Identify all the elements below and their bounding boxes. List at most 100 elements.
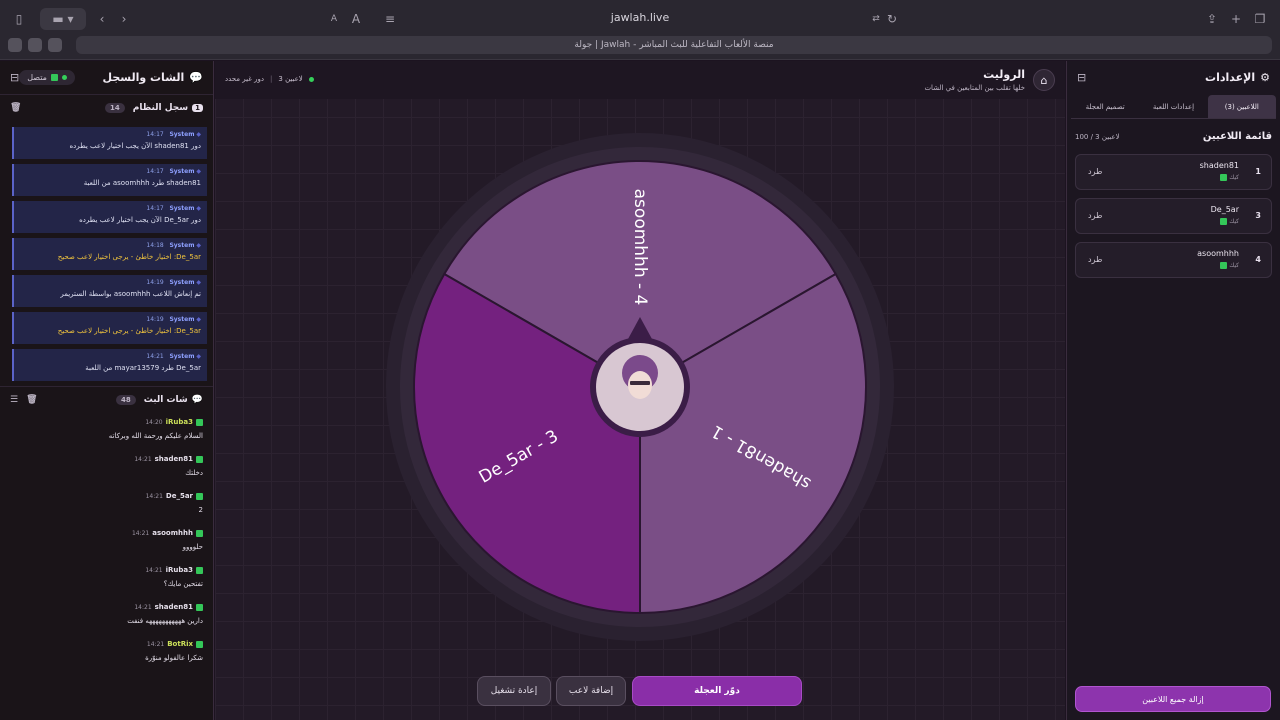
app: ⊟ متصل الشات والسجل 💬 🗑 14 سجل النظام 1 … <box>0 61 1280 720</box>
system-log-title: سجل النظام <box>132 103 189 113</box>
tab-game-settings[interactable]: إعدادات اللعبة <box>1139 95 1207 118</box>
tab-group-button[interactable]: ▬ ▾ <box>40 8 86 30</box>
tabs-overview-icon[interactable]: ❐ <box>1252 8 1268 30</box>
players-info: دور غير محدد | 3 لاعبين <box>225 75 314 83</box>
entry-time: 14:18 <box>146 242 164 249</box>
pinned-tab-icon[interactable] <box>48 38 62 52</box>
chat-message: 14:21 iRuba3 تفتحين مايك؟ <box>10 566 203 603</box>
avatar-glasses <box>630 381 650 385</box>
entry-text: تم إنعاش اللاعب asoomhhh بواسطة الستريمر <box>60 290 201 298</box>
system-shield-icon: ◆ <box>196 168 201 175</box>
new-tab-icon[interactable]: + <box>1228 8 1244 30</box>
message-time: 14:21 <box>145 567 163 574</box>
kick-player-button[interactable]: طرد <box>1088 167 1102 176</box>
kick-logo-icon <box>1220 262 1228 269</box>
message-meta: 14:21 BotRix <box>10 640 203 648</box>
entry-meta: 14:19 System ◆ <box>20 316 201 323</box>
kick-player-button[interactable]: طرد <box>1088 255 1102 264</box>
translate-icon[interactable]: ⇄ <box>868 8 884 30</box>
pinned-tab-icon[interactable] <box>8 38 22 52</box>
page-subtitle: خلها تقلب بين المتابعين في الشات <box>924 84 1025 92</box>
tab-players[interactable]: اللاعبين (3) <box>1207 95 1276 118</box>
remove-all-players-button[interactable]: إزالة جميع اللاعبين <box>1075 686 1271 712</box>
main-title-block: الروليت خلها تقلب بين المتابعين في الشات <box>924 68 1025 92</box>
chat-message: 14:21 shaden81 دخلتك <box>10 455 203 492</box>
system-shield-icon: ◆ <box>196 131 201 138</box>
player-name: shaden81 <box>1199 161 1239 170</box>
entry-author: System <box>169 279 195 286</box>
message-text: شكرا عالفولو منوّرة <box>145 654 203 662</box>
add-player-button[interactable]: إضافة لاعب <box>556 676 626 706</box>
system-log-entry: 14:17 System ◆ دور De_5ar الآن يجب اختيار… <box>12 201 207 233</box>
live-chat-title: شات البث <box>143 394 188 405</box>
system-shield-icon: ◆ <box>196 353 201 360</box>
entry-text: De_5ar طرد mayar13579 من اللعبة <box>85 364 201 372</box>
home-button[interactable]: ⌂ <box>1033 69 1055 91</box>
sidebar-toggle-icon[interactable]: ▯ <box>8 8 30 30</box>
online-dot-icon <box>308 76 314 82</box>
player-platform-label: كيك <box>1229 174 1239 181</box>
text-smaller-icon[interactable]: A <box>326 8 342 30</box>
chat-bubble-icon: 💬 <box>191 394 203 405</box>
text-larger-icon[interactable]: A <box>348 8 364 30</box>
entry-time: 14:17 <box>146 131 164 138</box>
forward-icon[interactable]: › <box>116 8 132 30</box>
message-meta: 14:20 iRuba3 <box>10 418 203 426</box>
message-text: حلوووو <box>182 543 203 551</box>
message-author: De_5ar <box>165 492 193 500</box>
entry-author: System <box>169 353 195 360</box>
spin-button[interactable]: دوّر العجلة <box>632 676 802 706</box>
system-shield-icon: ◆ <box>196 205 201 212</box>
player-name: De_5ar <box>1210 205 1239 214</box>
entry-text: دور De_5ar الآن يجب اختيار لاعب يطرده <box>79 216 201 224</box>
player-number: 3 <box>1255 211 1261 220</box>
panel-toggle-icon[interactable]: ⊟ <box>1077 71 1086 84</box>
chat-message: 14:20 iRuba3 السلام عليكم ورحمة الله وبركا… <box>10 418 203 455</box>
message-author: BotRix <box>167 640 193 648</box>
page-title: الروليت <box>983 68 1025 81</box>
message-time: 14:21 <box>145 493 163 500</box>
chat-message: 14:21 BotRix شكرا عالفولو منوّرة <box>10 640 203 677</box>
restart-button[interactable]: إعادة تشغيل <box>477 676 551 706</box>
message-author: shaden81 <box>154 455 193 463</box>
kick-player-button[interactable]: طرد <box>1088 211 1102 220</box>
player-name: asoomhhh <box>1197 249 1239 258</box>
kick-logo-icon <box>1220 218 1228 225</box>
message-text: تفتحين مايك؟ <box>163 580 203 588</box>
players-list: 1 shaden81 كيك طرد 3 De_5ar كيك طرد 4 asoomhhh … <box>1067 154 1280 278</box>
entry-meta: 14:18 System ◆ <box>20 242 201 249</box>
kick-logo-icon <box>196 604 203 611</box>
player-row: 1 shaden81 كيك طرد <box>1075 154 1272 190</box>
share-icon[interactable]: ⇪ <box>1204 8 1220 30</box>
reload-icon[interactable]: ↻ <box>884 8 900 30</box>
trash-icon[interactable]: 🗑 <box>26 395 37 405</box>
connection-label: متصل <box>27 73 47 82</box>
gear-icon: ⚙ <box>1260 70 1270 84</box>
player-platform: كيك <box>1220 174 1239 181</box>
entry-meta: 14:17 System ◆ <box>20 131 201 138</box>
chat-message: 14:21 De_5ar 2 <box>10 492 203 529</box>
kick-logo-icon <box>196 567 203 574</box>
players-list-header: 100 / 3 لاعبين قائمة اللاعبين <box>1067 119 1280 150</box>
live-chat-list: 14:20 iRuba3 السلام عليكم ورحمة الله وبركا… <box>0 412 213 683</box>
active-tab[interactable]: جولة | Jawlah - منصة الألعاب التفاعلية ل… <box>76 36 1272 54</box>
chat-header: ⊟ متصل الشات والسجل 💬 <box>0 61 213 95</box>
message-author: shaden81 <box>154 603 193 611</box>
message-text: دارين هههههههههههه فنفت <box>127 617 203 625</box>
pinned-tab-icon[interactable] <box>28 38 42 52</box>
wheel-svg[interactable]: asoomhhh - 4shaden81 - 1De_5ar - 3 <box>386 133 894 641</box>
system-log-entry: 14:19 System ◆ تم إنعاش اللاعب asoomhhh ب… <box>12 275 207 307</box>
address-bar[interactable]: jawlah.live <box>380 6 900 28</box>
entry-meta: 14:19 System ◆ <box>20 279 201 286</box>
chat-message: 14:21 shaden81 دارين هههههههههههه فنفت <box>10 603 203 640</box>
roulette-wheel[interactable]: asoomhhh - 4 shaden81 - 1 De_5ar - 3 <box>386 133 894 645</box>
message-time: 14:21 <box>131 530 150 537</box>
back-icon[interactable]: ‹ <box>94 8 110 30</box>
entry-meta: 14:17 System ◆ <box>20 205 201 212</box>
panel-toggle-icon[interactable]: ⊟ <box>10 71 19 84</box>
menu-icon[interactable]: ☰ <box>10 395 18 405</box>
tab-wheel-design[interactable]: تصميم العجلة <box>1071 95 1139 118</box>
player-platform: كيك <box>1220 262 1239 269</box>
entry-author: System <box>169 131 195 138</box>
trash-icon[interactable]: 🗑 <box>10 103 21 113</box>
